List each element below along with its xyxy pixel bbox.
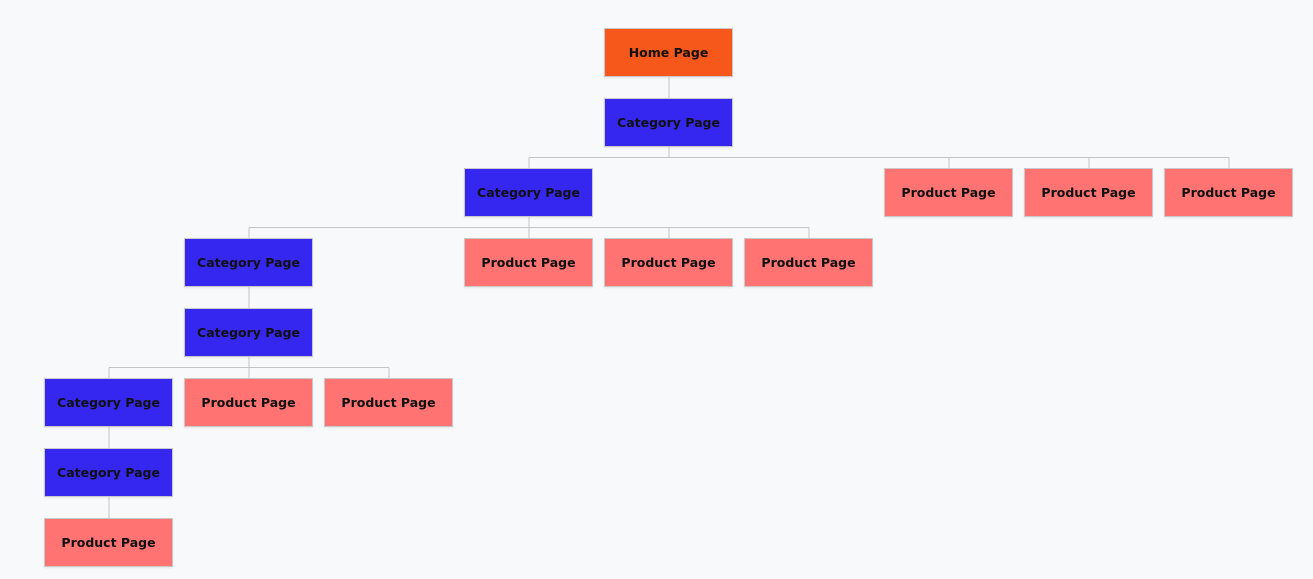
product-page-node[interactable]: Product Page bbox=[1164, 168, 1293, 217]
category-page-node[interactable]: Category Page bbox=[44, 378, 173, 427]
product-page-node[interactable]: Product Page bbox=[884, 168, 1013, 217]
category-page-node[interactable]: Category Page bbox=[464, 168, 593, 217]
category-page-node[interactable]: Category Page bbox=[44, 448, 173, 497]
connector-lines bbox=[108, 77, 1230, 518]
category-page-node[interactable]: Category Page bbox=[184, 308, 313, 357]
category-page-node[interactable]: Category Page bbox=[604, 98, 733, 147]
product-page-node[interactable]: Product Page bbox=[1024, 168, 1153, 217]
product-page-node[interactable]: Product Page bbox=[324, 378, 453, 427]
product-page-node[interactable]: Product Page bbox=[184, 378, 313, 427]
category-page-node[interactable]: Category Page bbox=[184, 238, 313, 287]
product-page-node[interactable]: Product Page bbox=[604, 238, 733, 287]
home-page-node[interactable]: Home Page bbox=[604, 28, 733, 77]
product-page-node[interactable]: Product Page bbox=[464, 238, 593, 287]
product-page-node[interactable]: Product Page bbox=[44, 518, 173, 567]
product-page-node[interactable]: Product Page bbox=[744, 238, 873, 287]
